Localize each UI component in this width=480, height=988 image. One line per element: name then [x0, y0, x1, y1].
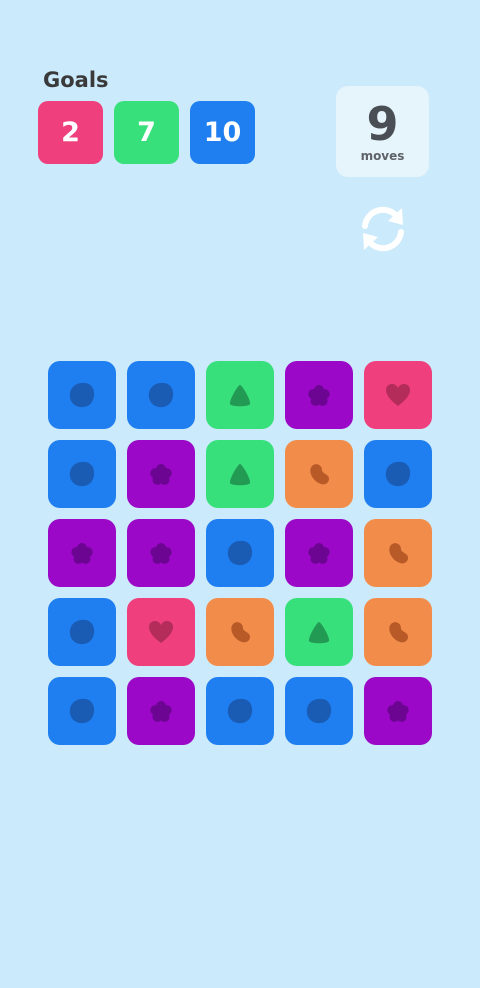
flower-icon [150, 543, 172, 564]
goal-tile-blue: 10 [190, 101, 255, 164]
goals-row: 2 7 10 [38, 101, 255, 164]
goal-tile-pink: 2 [38, 101, 103, 164]
goals-title: Goals [43, 68, 109, 92]
tile-pink[interactable] [364, 361, 432, 429]
bean-icon [389, 543, 409, 564]
flower-icon [71, 543, 93, 564]
tile-blue[interactable] [127, 361, 195, 429]
circle-icon [148, 382, 174, 408]
tile-blue[interactable] [206, 519, 274, 587]
bean-icon [310, 464, 330, 485]
circle-icon [69, 619, 95, 645]
tile-purple[interactable] [285, 519, 353, 587]
flower-icon [387, 701, 409, 722]
circle-icon [227, 540, 253, 566]
circle-icon [69, 382, 95, 408]
game-board [48, 361, 432, 745]
tile-blue[interactable] [48, 598, 116, 666]
tile-green[interactable] [285, 598, 353, 666]
circle-icon [227, 698, 253, 724]
flower-icon [150, 464, 172, 485]
circle-icon [306, 698, 332, 724]
moves-label: moves [360, 148, 405, 163]
tile-green[interactable] [206, 361, 274, 429]
tile-purple[interactable] [127, 677, 195, 745]
moves-value: 9 [366, 96, 399, 151]
goal-count: 2 [61, 117, 80, 148]
tile-blue[interactable] [48, 440, 116, 508]
tile-purple[interactable] [285, 361, 353, 429]
tile-orange[interactable] [285, 440, 353, 508]
tile-green[interactable] [206, 440, 274, 508]
tile-purple[interactable] [48, 519, 116, 587]
tile-orange[interactable] [364, 598, 432, 666]
tile-orange[interactable] [364, 519, 432, 587]
heart-icon [149, 621, 173, 643]
refresh-icon[interactable] [356, 202, 410, 256]
heart-icon [386, 384, 410, 406]
triangle-icon [229, 464, 251, 486]
circle-icon [69, 461, 95, 487]
tile-blue[interactable] [206, 677, 274, 745]
flower-icon [308, 385, 330, 406]
triangle-icon [308, 622, 330, 644]
bean-icon [231, 622, 251, 643]
moves-counter: 9 moves [336, 86, 429, 177]
flower-icon [308, 543, 330, 564]
tile-orange[interactable] [206, 598, 274, 666]
bean-icon [389, 622, 409, 643]
tile-pink[interactable] [127, 598, 195, 666]
tile-purple[interactable] [364, 677, 432, 745]
circle-icon [385, 461, 411, 487]
tile-blue[interactable] [48, 677, 116, 745]
tile-purple[interactable] [127, 440, 195, 508]
flower-icon [150, 701, 172, 722]
tile-blue[interactable] [48, 361, 116, 429]
goal-tile-green: 7 [114, 101, 179, 164]
tile-blue[interactable] [285, 677, 353, 745]
circle-icon [69, 698, 95, 724]
goal-count: 7 [137, 117, 156, 148]
triangle-icon [229, 385, 251, 407]
tile-blue[interactable] [364, 440, 432, 508]
goal-count: 10 [203, 117, 242, 148]
tile-purple[interactable] [127, 519, 195, 587]
